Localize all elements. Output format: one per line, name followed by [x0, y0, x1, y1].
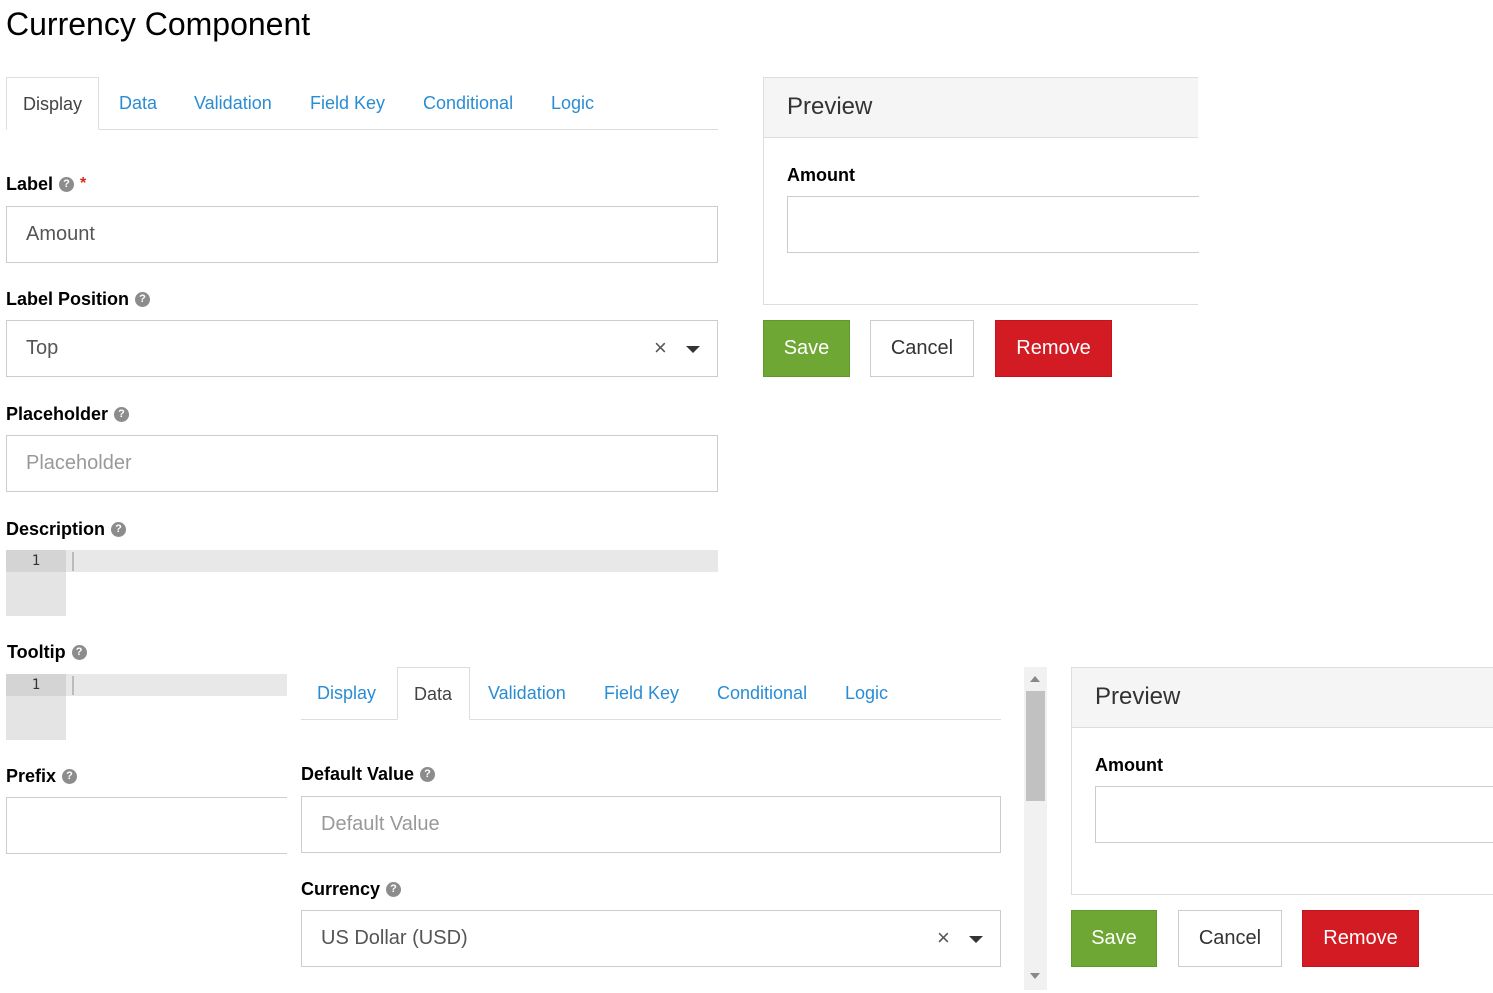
cancel-button[interactable]: Cancel — [870, 320, 974, 377]
currency-label: Currency ? — [301, 877, 402, 901]
question-circle-icon[interactable]: ? — [114, 406, 130, 422]
tab-field-key[interactable]: Field Key — [294, 77, 401, 129]
currency-text: Currency — [301, 879, 381, 899]
text-cursor — [72, 552, 74, 571]
label-position-select[interactable]: Top × — [6, 320, 718, 377]
tab-validation[interactable]: Validation — [472, 667, 582, 719]
question-circle-icon[interactable]: ? — [71, 644, 87, 660]
preview-amount-input[interactable] — [787, 196, 1199, 253]
preview-field-label: Amount — [787, 165, 855, 185]
label-input[interactable]: Amount — [6, 206, 718, 263]
label-position-value: Top — [26, 337, 59, 359]
preview-heading: Preview — [764, 78, 1198, 138]
label-position-label: Label Position ? — [6, 287, 151, 311]
tab-conditional[interactable]: Conditional — [701, 667, 823, 719]
currency-select[interactable]: US Dollar (USD) × — [301, 910, 1001, 967]
label-input-value: Amount — [26, 223, 95, 245]
line-number: 1 — [6, 674, 66, 696]
question-circle-icon[interactable]: ? — [420, 766, 436, 782]
vertical-scrollbar[interactable] — [1024, 667, 1047, 990]
tab-bar-lower: Display Data Validation Field Key Condit… — [301, 667, 1001, 720]
preview-field-label: Amount — [1095, 755, 1163, 775]
preview-panel-lower: Preview Amount — [1071, 667, 1493, 895]
caret-down-icon[interactable] — [686, 346, 700, 353]
tooltip-label: Tooltip ? — [7, 640, 87, 664]
remove-button[interactable]: Remove — [995, 320, 1112, 377]
tab-display[interactable]: Display — [301, 667, 392, 719]
question-circle-icon[interactable]: ? — [135, 291, 151, 307]
question-circle-icon[interactable]: ? — [59, 176, 75, 192]
default-value-placeholder: Default Value — [321, 813, 440, 835]
prefix-input[interactable] — [6, 797, 287, 854]
label-text: Label — [6, 174, 54, 194]
description-editor[interactable]: 1 — [6, 550, 718, 616]
tab-data[interactable]: Data — [397, 667, 470, 720]
tooltip-text: Tooltip — [7, 642, 66, 662]
text-cursor — [72, 676, 74, 695]
preview-amount-input[interactable] — [1095, 786, 1493, 843]
close-icon[interactable]: × — [654, 335, 667, 361]
scroll-down-arrow-icon[interactable] — [1030, 973, 1040, 979]
preview-heading: Preview — [1072, 668, 1493, 728]
placeholder-input-placeholder: Placeholder — [26, 452, 132, 474]
cancel-button[interactable]: Cancel — [1178, 910, 1282, 967]
remove-button[interactable]: Remove — [1302, 910, 1419, 967]
question-circle-icon[interactable]: ? — [386, 881, 402, 897]
required-asterisk: * — [80, 175, 87, 192]
tab-bar: Display Data Validation Field Key Condit… — [6, 77, 718, 130]
default-value-text: Default Value — [301, 764, 415, 784]
placeholder-text: Placeholder — [6, 404, 109, 424]
page-title: Currency Component — [6, 6, 311, 42]
tab-data[interactable]: Data — [103, 77, 173, 129]
close-icon[interactable]: × — [937, 925, 950, 951]
label-position-text: Label Position — [6, 289, 130, 309]
default-value-input[interactable]: Default Value — [301, 796, 1001, 853]
line-number: 1 — [6, 550, 66, 572]
tab-logic[interactable]: Logic — [535, 77, 610, 129]
tab-display[interactable]: Display — [6, 77, 99, 130]
preview-panel: Preview Amount — [763, 77, 1199, 305]
currency-value: US Dollar (USD) — [321, 927, 468, 949]
label-field-label: Label ? * — [6, 172, 86, 196]
tab-field-key[interactable]: Field Key — [588, 667, 695, 719]
prefix-label: Prefix ? — [6, 764, 78, 788]
description-text: Description — [6, 519, 106, 539]
tab-logic[interactable]: Logic — [829, 667, 904, 719]
default-value-label: Default Value ? — [301, 762, 436, 786]
question-circle-icon[interactable]: ? — [111, 521, 127, 537]
caret-down-icon[interactable] — [969, 936, 983, 943]
placeholder-label: Placeholder ? — [6, 402, 130, 426]
question-circle-icon[interactable]: ? — [62, 768, 78, 784]
scroll-up-arrow-icon[interactable] — [1030, 676, 1040, 682]
prefix-text: Prefix — [6, 766, 57, 786]
save-button[interactable]: Save — [1071, 910, 1157, 967]
tooltip-editor[interactable]: 1 — [6, 674, 287, 740]
tab-conditional[interactable]: Conditional — [407, 77, 529, 129]
scrollbar-thumb[interactable] — [1026, 691, 1045, 801]
save-button[interactable]: Save — [763, 320, 850, 377]
description-label: Description ? — [6, 517, 127, 541]
placeholder-input[interactable]: Placeholder — [6, 435, 718, 492]
tab-validation[interactable]: Validation — [178, 77, 288, 129]
